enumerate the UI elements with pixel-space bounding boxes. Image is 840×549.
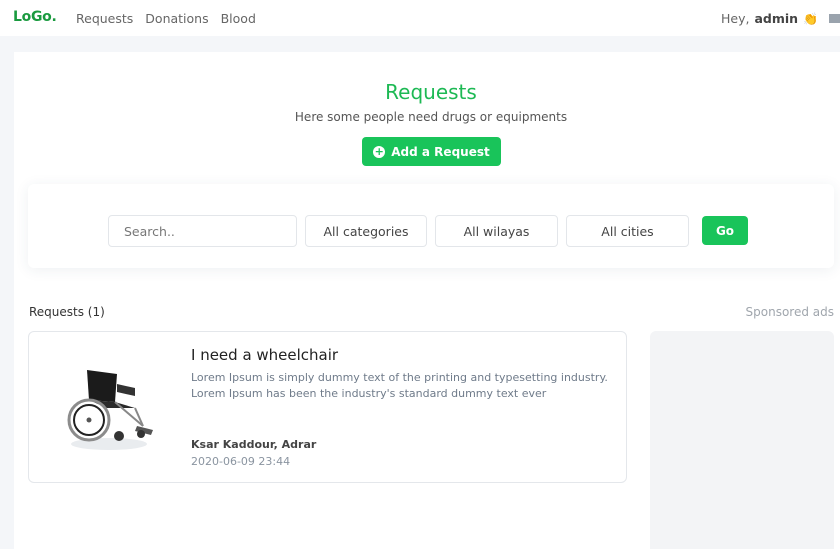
request-title[interactable]: I need a wheelchair — [191, 346, 338, 364]
logo[interactable]: LoGo. — [13, 9, 57, 25]
mail-icon[interactable] — [829, 14, 840, 23]
request-location: Ksar Kaddour, Adrar — [191, 438, 317, 451]
results-count: Requests (1) — [29, 305, 105, 319]
nav-link-requests[interactable]: Requests — [76, 11, 133, 26]
wheelchair-image — [67, 370, 153, 450]
request-description: Lorem Ipsum is simply dummy text of the … — [191, 371, 608, 400]
city-select[interactable]: All cities — [566, 215, 689, 247]
clap-icon: 👏 — [803, 11, 818, 26]
wilaya-select[interactable]: All wilayas — [435, 215, 558, 247]
category-select[interactable]: All categories — [305, 215, 427, 247]
go-button[interactable]: Go — [702, 216, 748, 245]
navbar: LoGo. Requests Donations Blood Hey, admi… — [0, 0, 840, 36]
nav-link-donations[interactable]: Donations — [145, 11, 208, 26]
greeting-text: Hey, — [720, 11, 750, 26]
nav-links: Requests Donations Blood — [76, 11, 256, 26]
sponsored-ads-box[interactable] — [650, 331, 834, 549]
request-date: 2020-06-09 23:44 — [191, 455, 291, 468]
request-card[interactable]: I need a wheelchair Lorem Ipsum is simpl… — [28, 331, 627, 483]
search-input[interactable]: Search.. — [108, 215, 297, 247]
page-subtitle: Here some people need drugs or equipment… — [294, 110, 568, 124]
filter-bar: Search.. All categories All wilayas All … — [28, 184, 834, 268]
page-title: Requests — [385, 80, 477, 104]
add-request-button[interactable]: + Add a Request — [362, 137, 501, 166]
sponsored-label: Sponsored ads — [745, 305, 834, 319]
plus-circle-icon: + — [373, 144, 386, 158]
username: admin — [754, 11, 799, 26]
add-request-label: Add a Request — [391, 144, 490, 159]
nav-link-blood[interactable]: Blood — [221, 11, 256, 26]
user-menu[interactable]: Hey, admin 👏 — [721, 11, 840, 26]
